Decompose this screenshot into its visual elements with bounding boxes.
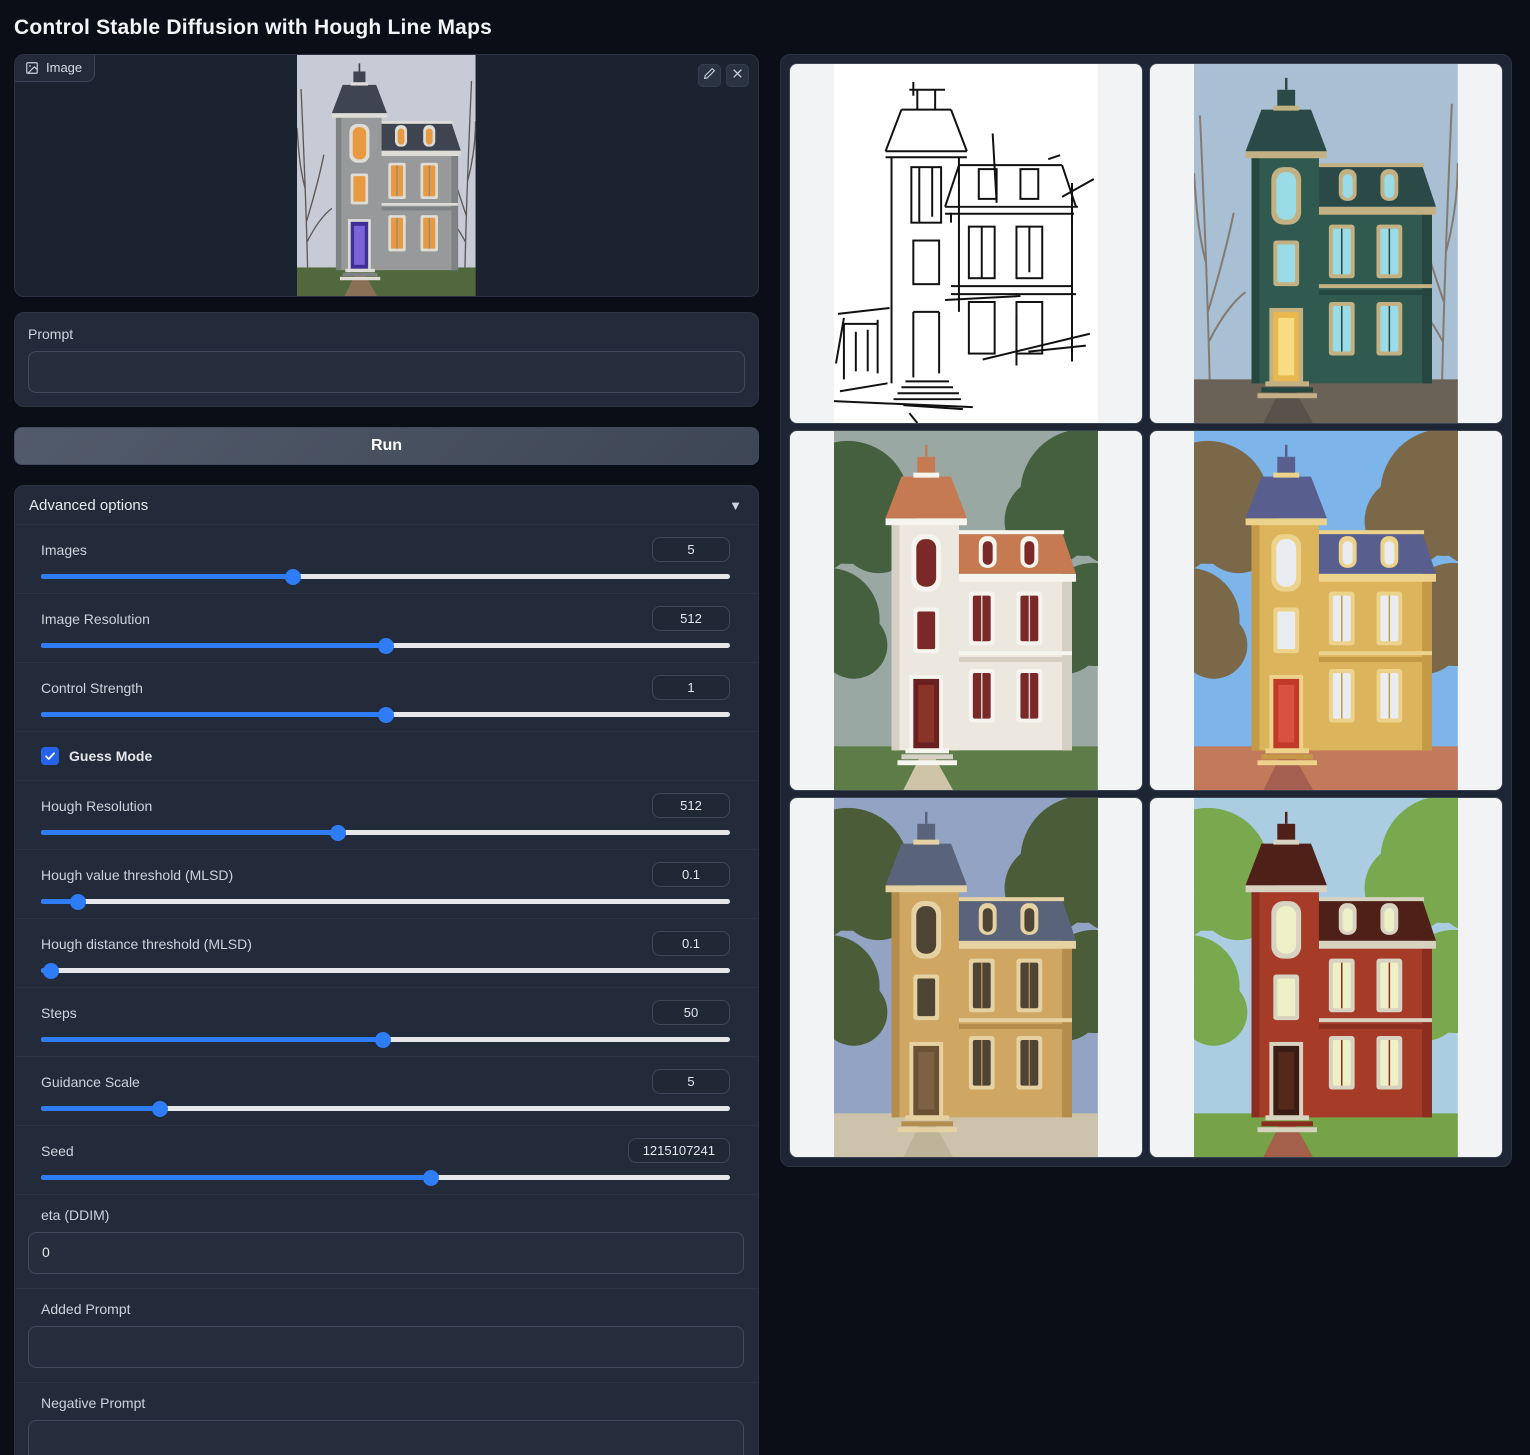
slider-value-input[interactable]: 1215107241 <box>628 1138 730 1163</box>
checkbox-label: Guess Mode <box>69 748 152 764</box>
chevron-down-icon: ▼ <box>729 498 742 513</box>
slider-thumb[interactable] <box>330 825 346 841</box>
run-button[interactable]: Run <box>14 427 759 465</box>
slider-row-control-strength: Control Strength 1 <box>15 662 758 731</box>
advanced-options-title: Advanced options <box>29 497 148 514</box>
prompt-input[interactable] <box>28 351 745 393</box>
textbox-label: eta (DDIM) <box>28 1207 744 1223</box>
slider-row-hough-resolution: Hough Resolution 512 <box>15 780 758 849</box>
textbox-row-added-prompt: Added Prompt <box>15 1288 758 1382</box>
gallery-item-generated-house-golden[interactable] <box>789 797 1143 1158</box>
textbox-label: Negative Prompt <box>28 1395 744 1411</box>
slider-thumb[interactable] <box>375 1032 391 1048</box>
slider-value-input[interactable]: 1 <box>652 675 730 700</box>
slider-label: Seed <box>41 1143 74 1159</box>
textbox-label: Added Prompt <box>28 1301 744 1317</box>
slider-value-input[interactable]: 512 <box>652 793 730 818</box>
prompt-label: Prompt <box>28 326 745 342</box>
slider-value-input[interactable]: 0.1 <box>652 862 730 887</box>
pencil-icon <box>703 67 716 85</box>
textbox-row-eta-ddim: eta (DDIM) <box>15 1194 758 1288</box>
slider-track[interactable] <box>41 968 730 973</box>
slider-label: Hough Resolution <box>41 798 152 814</box>
gallery-item-generated-house-white[interactable] <box>789 430 1143 791</box>
slider-row-steps: Steps 50 <box>15 987 758 1056</box>
slider-thumb[interactable] <box>423 1170 439 1186</box>
image-label-text: Image <box>46 60 82 75</box>
textbox-input-added-prompt[interactable] <box>28 1326 744 1368</box>
slider-label: Hough distance threshold (MLSD) <box>41 936 252 952</box>
gallery-item-generated-house-teal-dusk[interactable] <box>1149 63 1503 424</box>
slider-value-input[interactable]: 5 <box>652 537 730 562</box>
slider-thumb[interactable] <box>43 963 59 979</box>
close-icon <box>731 67 744 85</box>
slider-row-images: Images 5 <box>15 524 758 593</box>
textbox-input-negative-prompt[interactable] <box>28 1420 744 1455</box>
gallery-item-generated-house-yellow[interactable] <box>1149 430 1503 791</box>
slider-label: Images <box>41 542 87 558</box>
gallery-item-generated-house-red-brick[interactable] <box>1149 797 1503 1158</box>
slider-track[interactable] <box>41 830 730 835</box>
app-root: Control Stable Diffusion with Hough Line… <box>0 0 1530 1455</box>
slider-label: Steps <box>41 1005 77 1021</box>
slider-thumb[interactable] <box>152 1101 168 1117</box>
slider-track[interactable] <box>41 1175 730 1180</box>
checkmark-icon <box>44 750 56 762</box>
slider-track[interactable] <box>41 574 730 579</box>
clear-image-button[interactable] <box>726 64 749 87</box>
gallery-item-hough-line-map[interactable] <box>789 63 1143 424</box>
slider-value-input[interactable]: 0.1 <box>652 931 730 956</box>
slider-value-input[interactable]: 5 <box>652 1069 730 1094</box>
slider-row-guidance-scale: Guidance Scale 5 <box>15 1056 758 1125</box>
slider-thumb[interactable] <box>70 894 86 910</box>
prompt-panel: Prompt <box>14 312 759 407</box>
textbox-input-eta-ddim[interactable] <box>28 1232 744 1274</box>
textbox-row-negative-prompt: Negative Prompt <box>15 1382 758 1455</box>
slider-label: Guidance Scale <box>41 1074 140 1090</box>
slider-row-hough-distance-threshold-mlsd: Hough distance threshold (MLSD) 0.1 <box>15 918 758 987</box>
checkbox-guess-mode[interactable] <box>41 747 59 765</box>
advanced-options-body: Images 5 Image Resolution 512 Control St… <box>15 524 758 1455</box>
checkbox-row-guess-mode: Guess Mode <box>15 731 758 780</box>
slider-thumb[interactable] <box>285 569 301 585</box>
slider-thumb[interactable] <box>378 638 394 654</box>
slider-row-seed: Seed 1215107241 <box>15 1125 758 1194</box>
controls-column: Image <box>14 54 759 1455</box>
image-actions <box>698 64 749 87</box>
slider-label: Image Resolution <box>41 611 150 627</box>
advanced-options-panel: Advanced options ▼ Images 5 Image Resolu… <box>14 485 759 1455</box>
slider-thumb[interactable] <box>378 707 394 723</box>
slider-track[interactable] <box>41 712 730 717</box>
slider-track[interactable] <box>41 1106 730 1111</box>
edit-image-button[interactable] <box>698 64 721 87</box>
slider-value-input[interactable]: 512 <box>652 606 730 631</box>
main-layout: Image <box>0 40 1530 1455</box>
slider-row-image-resolution: Image Resolution 512 <box>15 593 758 662</box>
advanced-options-header[interactable]: Advanced options ▼ <box>15 486 758 524</box>
output-gallery <box>780 54 1512 1167</box>
slider-row-hough-value-threshold-mlsd: Hough value threshold (MLSD) 0.1 <box>15 849 758 918</box>
uploaded-house-photo[interactable] <box>15 55 758 296</box>
page-title: Control Stable Diffusion with Hough Line… <box>0 0 1530 40</box>
slider-track[interactable] <box>41 899 730 904</box>
slider-label: Control Strength <box>41 680 143 696</box>
image-icon <box>25 61 39 75</box>
input-image-panel: Image <box>14 54 759 297</box>
slider-track[interactable] <box>41 643 730 648</box>
results-column <box>780 54 1512 1167</box>
slider-value-input[interactable]: 50 <box>652 1000 730 1025</box>
slider-label: Hough value threshold (MLSD) <box>41 867 233 883</box>
slider-track[interactable] <box>41 1037 730 1042</box>
image-component-label: Image <box>15 55 95 82</box>
